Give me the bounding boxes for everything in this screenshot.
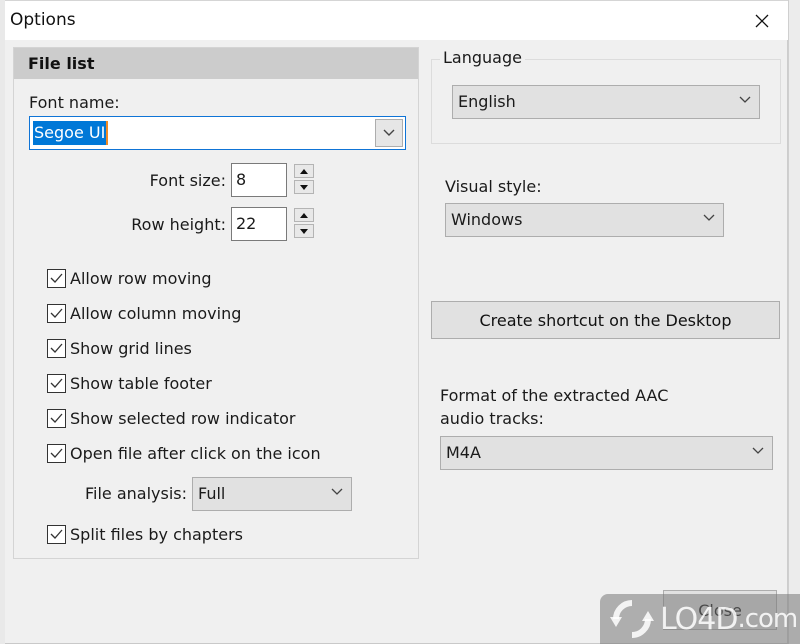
file-list-panel: File list Font name: Segoe UI Font size:… xyxy=(13,47,419,559)
arrow-up-icon xyxy=(300,168,308,174)
checkbox-box[interactable] xyxy=(47,443,66,463)
font-size-label: Font size: xyxy=(149,171,226,190)
checkbox-box[interactable] xyxy=(47,338,66,358)
visual-style-value: Windows xyxy=(451,210,523,229)
aac-format-value: M4A xyxy=(446,443,481,462)
language-dropdown[interactable]: English xyxy=(452,85,760,119)
split-files-by-chapters-checkbox[interactable]: Split files by chapters xyxy=(47,523,243,545)
aac-format-label-line2: audio tracks: xyxy=(440,409,544,428)
text-caret xyxy=(106,121,108,145)
checkbox-box[interactable] xyxy=(47,373,66,393)
chevron-down-icon xyxy=(331,488,343,495)
checkbox-label: Allow column moving xyxy=(70,303,242,323)
show-grid-lines-checkbox[interactable]: Show grid lines xyxy=(47,337,192,359)
font-name-value[interactable]: Segoe UI xyxy=(33,121,107,145)
close-window-button[interactable] xyxy=(746,5,778,37)
language-value: English xyxy=(458,92,516,111)
create-shortcut-button[interactable]: Create shortcut on the Desktop xyxy=(431,301,780,339)
checkbox-label: Split files by chapters xyxy=(70,524,243,544)
lo4d-logo-icon xyxy=(610,600,654,638)
chevron-down-icon xyxy=(383,129,395,136)
checkbox-label: Allow row moving xyxy=(70,268,212,288)
background-window-edge-right xyxy=(788,0,800,644)
checkmark-icon xyxy=(50,343,63,353)
checkmark-icon xyxy=(50,529,63,539)
font-name-combobox[interactable]: Segoe UI xyxy=(29,116,406,150)
watermark-text: LO4D xyxy=(660,601,738,637)
show-table-footer-checkbox[interactable]: Show table footer xyxy=(47,372,212,394)
chevron-down-icon xyxy=(739,96,751,103)
row-height-input[interactable]: 22 xyxy=(231,207,287,241)
chevron-down-icon xyxy=(703,214,715,221)
checkbox-label: Show table footer xyxy=(70,373,212,393)
file-list-header: File list xyxy=(14,48,418,79)
file-analysis-label: File analysis: xyxy=(85,484,188,503)
allow-row-moving-checkbox[interactable]: Allow row moving xyxy=(47,267,212,289)
checkbox-box[interactable] xyxy=(47,268,66,288)
checkmark-icon xyxy=(50,308,63,318)
checkbox-label: Show selected row indicator xyxy=(70,408,296,428)
checkmark-icon xyxy=(50,378,63,388)
font-size-down-button[interactable] xyxy=(294,180,314,194)
visual-style-dropdown[interactable]: Windows xyxy=(445,203,724,237)
show-selected-row-indicator-checkbox[interactable]: Show selected row indicator xyxy=(47,407,296,429)
row-height-down-button[interactable] xyxy=(294,224,314,238)
window-title: Options xyxy=(10,10,76,30)
title-bar: Options xyxy=(5,0,788,40)
font-size-input[interactable]: 8 xyxy=(231,163,287,197)
font-size-up-button[interactable] xyxy=(294,164,314,178)
checkbox-label: Show grid lines xyxy=(70,338,192,358)
checkmark-icon xyxy=(50,413,63,423)
checkbox-box[interactable] xyxy=(47,303,66,323)
row-height-up-button[interactable] xyxy=(294,208,314,222)
watermark-suffix: .com xyxy=(737,604,798,634)
file-analysis-dropdown[interactable]: Full xyxy=(192,477,352,511)
arrow-down-icon xyxy=(300,184,308,190)
visual-style-label: Visual style: xyxy=(445,177,542,196)
options-dialog: Options File list Font name: Segoe UI Fo… xyxy=(5,0,788,644)
font-name-dropdown-button[interactable] xyxy=(375,119,403,147)
arrow-up-icon xyxy=(300,212,308,218)
checkbox-box[interactable] xyxy=(47,524,66,544)
aac-format-label-line1: Format of the extracted AAC xyxy=(440,386,669,405)
row-height-label: Row height: xyxy=(131,215,226,234)
checkbox-box[interactable] xyxy=(47,408,66,428)
checkmark-icon xyxy=(50,273,63,283)
watermark: LO4D .com xyxy=(600,594,800,644)
close-x-icon xyxy=(755,14,769,28)
allow-column-moving-checkbox[interactable]: Allow column moving xyxy=(47,302,241,324)
language-group-label: Language xyxy=(440,48,525,67)
aac-format-dropdown[interactable]: M4A xyxy=(440,436,773,470)
font-name-label: Font name: xyxy=(29,93,120,112)
checkmark-icon xyxy=(50,448,63,458)
language-group: Language English xyxy=(431,48,781,144)
arrow-down-icon xyxy=(300,228,308,234)
open-file-after-click-checkbox[interactable]: Open file after click on the icon xyxy=(47,442,321,464)
checkbox-label: Open file after click on the icon xyxy=(70,443,321,463)
chevron-down-icon xyxy=(752,447,764,454)
file-analysis-value: Full xyxy=(198,484,226,503)
